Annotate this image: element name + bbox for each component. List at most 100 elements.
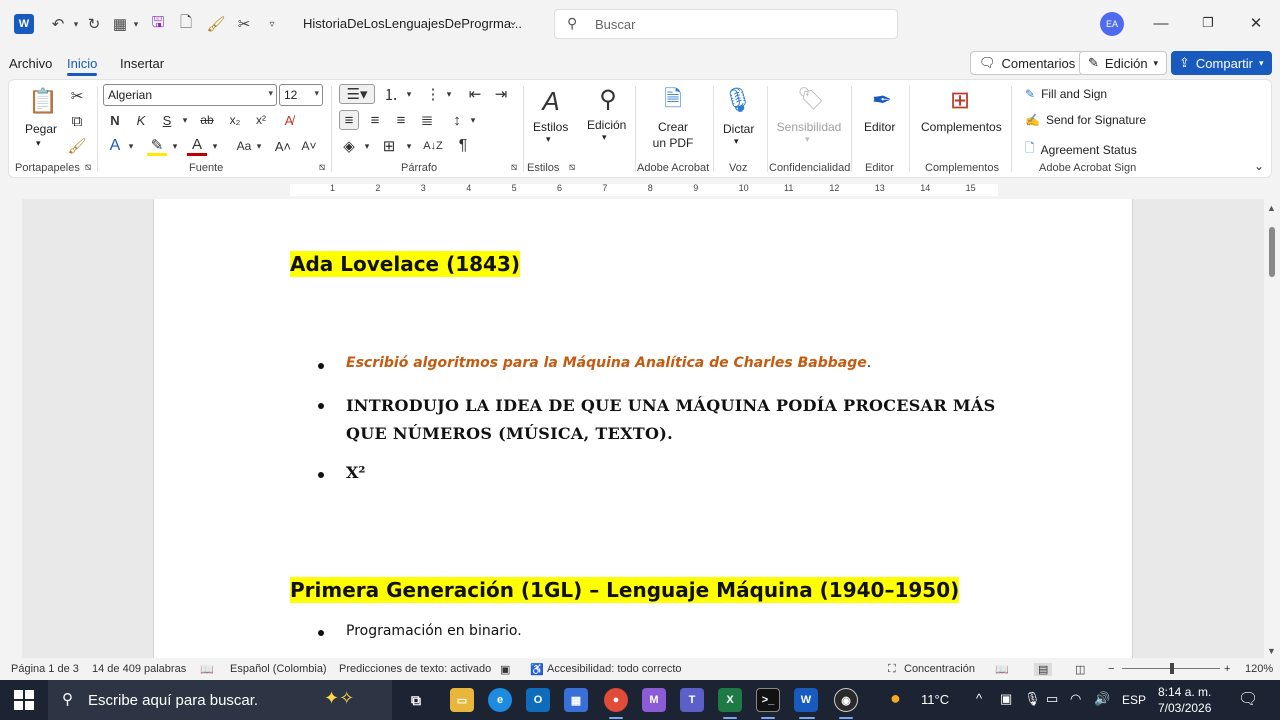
paste-button[interactable]: Pegar	[25, 122, 57, 136]
underline-button[interactable]: S	[157, 110, 177, 130]
create-pdf-label-1[interactable]: Crear	[633, 120, 713, 134]
underline-chevron-icon[interactable]: ▾	[175, 110, 195, 130]
horizontal-ruler[interactable]: 1 2 3 4 5 6 7 8 9 10 11 12 13 14 15	[0, 181, 1280, 199]
multilevel-chevron-icon[interactable]: ▾	[439, 84, 459, 104]
bold-button[interactable]: N	[105, 110, 125, 130]
borders-icon[interactable]: ⊞	[379, 136, 399, 156]
customize-toolbar-icon[interactable]: ▿	[262, 14, 282, 34]
zoom-in-icon[interactable]: +	[1224, 663, 1230, 675]
volume-icon[interactable]: 🔊	[1094, 691, 1110, 707]
restore-icon[interactable]: ❐	[1197, 12, 1219, 34]
save-icon[interactable]: 🖫	[148, 14, 168, 34]
teams-icon[interactable]: T	[680, 688, 704, 712]
collapse-ribbon-chevron-icon[interactable]: ⌄	[1249, 156, 1269, 176]
styles-chevron-icon[interactable]: ▾	[546, 134, 551, 145]
format-painter-icon[interactable]: 🖌	[206, 14, 226, 34]
launcher-icon[interactable]: ⧅	[315, 160, 329, 174]
change-case-chevron-icon[interactable]: ▾	[249, 136, 269, 156]
zoom-slider-thumb[interactable]	[1170, 663, 1174, 674]
align-center-icon[interactable]: ≡	[365, 110, 385, 130]
chrome-icon[interactable]: ●	[604, 688, 628, 712]
accessibility-icon[interactable]: ♿	[530, 663, 544, 676]
numbering-chevron-icon[interactable]: ▾	[399, 84, 419, 104]
fill-and-sign-button[interactable]: ✎ Fill and Sign	[1025, 87, 1107, 101]
heading-first-generation[interactable]: Primera Generación (1GL) – Lenguaje Máqu…	[290, 577, 960, 603]
font-color-chevron-icon[interactable]: ▾	[205, 136, 225, 156]
editing-mode-button[interactable]: ✎ Edición ▾	[1079, 51, 1168, 75]
editing-chevron-icon[interactable]: ▾	[602, 132, 607, 143]
vertical-scrollbar[interactable]: ▲ ▼	[1264, 199, 1280, 658]
search-box[interactable]: ⚲ Buscar	[554, 9, 898, 39]
print-layout-icon[interactable]: ▤	[1034, 663, 1053, 676]
page-count[interactable]: Página 1 de 3	[11, 663, 79, 675]
numbering-icon[interactable]: ⒈	[381, 84, 401, 104]
clock[interactable]: 8:14 a. m. 7/03/2026	[1158, 684, 1211, 716]
text-predictions[interactable]: Predicciones de texto: activado	[339, 663, 491, 675]
sort-icon[interactable]: A↓Z	[423, 136, 443, 156]
document-title[interactable]: HistoriaDeLosLenguajesDeProgrma...	[303, 16, 522, 31]
word-icon[interactable]: W	[794, 688, 818, 712]
copy-icon[interactable]: ⧉	[67, 111, 87, 131]
heading-ada-lovelace[interactable]: Ada Lovelace (1843)	[290, 251, 521, 277]
notifications-icon[interactable]: 🗨	[1238, 689, 1258, 709]
read-mode-icon[interactable]: 📖	[995, 663, 1009, 676]
avatar[interactable]: EA	[1100, 12, 1124, 36]
cut-icon[interactable]: ✂	[234, 14, 254, 34]
launcher-icon[interactable]: ⧅	[507, 160, 521, 174]
highlight-icon[interactable]: ✎	[147, 136, 167, 156]
web-layout-icon[interactable]: ◫	[1075, 663, 1085, 676]
zoom-level[interactable]: 120%	[1245, 663, 1273, 675]
grow-font-icon[interactable]: A˄	[273, 136, 293, 156]
tab-inicio[interactable]: Inicio	[67, 56, 98, 76]
windows-start-icon[interactable]	[14, 690, 34, 710]
text-effects-chevron-icon[interactable]: ▾	[121, 136, 141, 156]
borders-chevron-icon[interactable]: ▾	[399, 136, 419, 156]
file-explorer-icon[interactable]: ▭	[450, 688, 474, 712]
editing-button[interactable]: Edición	[587, 118, 626, 132]
line-spacing-chevron-icon[interactable]: ▾	[463, 110, 483, 130]
m365-icon[interactable]: M	[642, 688, 666, 712]
font-size-combo[interactable]: 12 ▾	[279, 84, 323, 106]
battery-icon[interactable]: ▭	[1046, 691, 1058, 707]
macro-icon[interactable]: ▣	[500, 663, 510, 676]
list-item[interactable]: Escribió algoritmos para la Máquina Anal…	[346, 355, 871, 371]
input-language[interactable]: ESP	[1122, 693, 1146, 707]
font-name-combo[interactable]: Algerian ▾	[103, 84, 277, 106]
send-for-signature-button[interactable]: ✍ Send for Signature	[1025, 113, 1146, 127]
align-right-icon[interactable]: ≡	[391, 110, 411, 130]
subscript-icon[interactable]: x₂	[225, 110, 245, 130]
create-pdf-label-2[interactable]: un PDF	[633, 136, 713, 150]
addins-button[interactable]: Complementos	[921, 120, 1002, 134]
obs-icon[interactable]: ◉	[834, 688, 858, 712]
italic-button[interactable]: K	[131, 110, 151, 130]
launcher-icon[interactable]: ⧅	[565, 160, 579, 174]
undo-dropdown-chevron-icon[interactable]: ▾	[66, 14, 86, 34]
weather-temperature[interactable]: 11°C	[921, 692, 949, 707]
shrink-font-icon[interactable]: A˅	[299, 136, 319, 156]
minimize-icon[interactable]: —	[1150, 12, 1172, 34]
sensitivity-chevron-icon[interactable]: ▾	[805, 134, 810, 145]
bullet-text-idea[interactable]: Introdujo la idea de que una máquina pod…	[346, 392, 996, 448]
sensitivity-button[interactable]: Sensibilidad	[769, 120, 849, 134]
decrease-indent-icon[interactable]: ⇤	[465, 84, 485, 104]
agreement-status-button[interactable]: 🗋 Agreement Status	[1025, 139, 1137, 160]
tab-insertar[interactable]: Insertar	[120, 56, 164, 71]
edge-icon[interactable]: e	[488, 688, 512, 712]
comments-button[interactable]: 🗨 Comentarios	[970, 51, 1085, 75]
close-icon[interactable]: ✕	[1245, 12, 1267, 34]
outlook-icon[interactable]: O	[526, 688, 550, 712]
camera-icon[interactable]: ▣	[1000, 691, 1012, 707]
table-dropdown-chevron-icon[interactable]: ▾	[126, 14, 146, 34]
shading-icon[interactable]: ◈	[339, 136, 359, 156]
zoom-out-icon[interactable]: −	[1108, 663, 1114, 675]
wifi-icon[interactable]: ◠	[1070, 691, 1081, 707]
task-view-icon[interactable]: ⧉	[404, 688, 428, 712]
vertical-ruler[interactable]	[0, 199, 22, 658]
show-formatting-marks-icon[interactable]: ¶	[453, 136, 473, 156]
proofing-icon[interactable]: 📖	[200, 663, 214, 676]
font-color-icon[interactable]: A	[187, 136, 207, 156]
scroll-up-icon[interactable]: ▲	[1267, 203, 1276, 213]
clear-formatting-icon[interactable]: A̸	[279, 110, 299, 130]
bullet-text-binary[interactable]: Programación en binario.	[346, 623, 522, 639]
cut-icon[interactable]: ✂	[67, 86, 87, 106]
